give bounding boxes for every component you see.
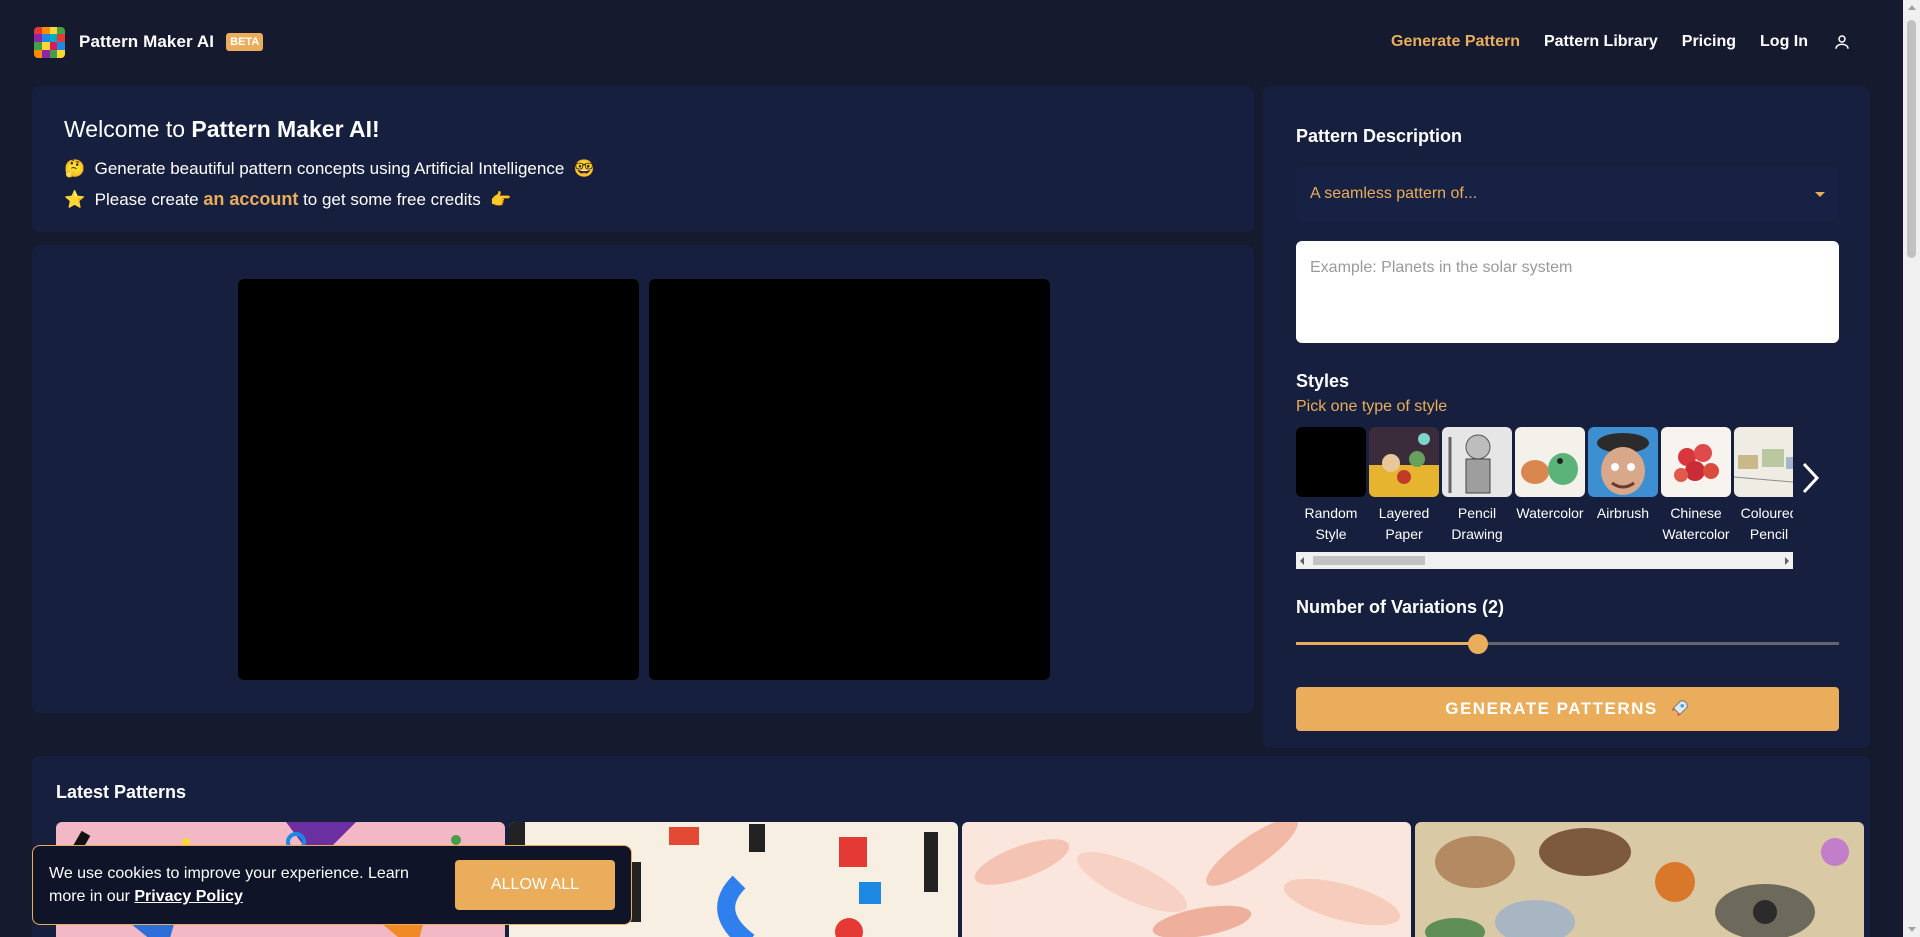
page-scrollbar[interactable] xyxy=(1903,0,1920,937)
thinking-emoji-icon: 🤔 xyxy=(64,159,86,178)
preview-panel xyxy=(32,245,1254,713)
pattern-preview-2[interactable] xyxy=(649,279,1050,680)
beta-badge: BETA xyxy=(226,33,264,51)
scroll-right-icon[interactable] xyxy=(1785,557,1789,565)
nav-pattern-library[interactable]: Pattern Library xyxy=(1544,33,1658,51)
generate-patterns-button[interactable]: GENERATE PATTERNS xyxy=(1296,687,1839,731)
scroll-up-icon[interactable] xyxy=(1908,5,1916,10)
pattern-card[interactable] xyxy=(1415,822,1864,937)
style-option-airbrush[interactable]: Airbrush xyxy=(1588,427,1658,545)
allow-all-cookies-button[interactable]: ALLOW ALL xyxy=(455,860,615,910)
random-style-thumbnail xyxy=(1296,427,1366,497)
styles-horizontal-scrollbar[interactable] xyxy=(1296,552,1793,569)
layered-paper-thumbnail xyxy=(1369,427,1439,497)
rocket-icon xyxy=(1670,700,1688,717)
select-value: A seamless pattern of... xyxy=(1310,185,1478,202)
nerd-emoji-icon: 🤓 xyxy=(573,159,595,178)
variations-slider[interactable] xyxy=(1296,634,1839,654)
coloured-pencil-thumbnail xyxy=(1734,427,1793,497)
welcome-title: Welcome to Pattern Maker AI! xyxy=(64,116,380,142)
welcome-panel: Welcome to Pattern Maker AI! 🤔 Generate … xyxy=(32,86,1254,232)
pattern-prefix-select[interactable]: A seamless pattern of... xyxy=(1296,167,1839,221)
airbrush-thumbnail xyxy=(1588,427,1658,497)
slider-fill xyxy=(1296,642,1478,645)
welcome-line-1: 🤔 Generate beautiful pattern concepts us… xyxy=(64,159,595,178)
chevron-right-icon[interactable] xyxy=(1801,461,1821,500)
latest-patterns-title: Latest Patterns xyxy=(56,782,187,802)
styles-carousel[interactable]: Random Style Layered Paper Pencil Drawin… xyxy=(1296,427,1793,569)
pattern-description-label: Pattern Description xyxy=(1296,126,1463,146)
scroll-left-icon[interactable] xyxy=(1300,557,1304,565)
privacy-policy-link[interactable]: Privacy Policy xyxy=(134,888,243,905)
style-option-layered-paper[interactable]: Layered Paper xyxy=(1369,427,1439,545)
chinese-watercolor-thumbnail xyxy=(1661,427,1731,497)
styles-label: Styles xyxy=(1296,371,1350,391)
pointing-hand-icon: 👉 xyxy=(490,190,512,209)
logo-icon xyxy=(34,26,65,58)
nav-log-in[interactable]: Log In xyxy=(1760,33,1808,51)
user-icon[interactable] xyxy=(1832,32,1852,52)
brand-name: Pattern Maker AI xyxy=(79,32,215,51)
style-option-random[interactable]: Random Style xyxy=(1296,427,1366,545)
caret-down-icon xyxy=(1815,191,1825,197)
generate-form-panel: Pattern Description A seamless pattern o… xyxy=(1263,86,1870,748)
cookie-banner: We use cookies to improve your experienc… xyxy=(32,845,632,925)
scroll-down-icon[interactable] xyxy=(1908,927,1916,932)
watercolor-thumbnail xyxy=(1515,427,1585,497)
style-option-coloured-pencil[interactable]: Coloured Pencil xyxy=(1734,427,1793,545)
scrollbar-thumb[interactable] xyxy=(1313,556,1425,565)
style-option-watercolor[interactable]: Watercolor xyxy=(1515,427,1585,545)
style-option-chinese-watercolor[interactable]: Chinese Watercolor xyxy=(1661,427,1731,545)
nav-pricing[interactable]: Pricing xyxy=(1682,33,1736,51)
welcome-line-2: ⭐ Please create an account to get some f… xyxy=(64,189,512,209)
main-nav: Generate Pattern Pattern Library Pricing… xyxy=(1391,32,1866,52)
star-icon: ⭐ xyxy=(64,190,86,209)
nav-generate-pattern[interactable]: Generate Pattern xyxy=(1391,33,1520,51)
pattern-card[interactable] xyxy=(962,822,1411,937)
page-scrollbar-thumb[interactable] xyxy=(1907,20,1916,258)
pattern-description-input[interactable]: Example: Planets in the solar system xyxy=(1296,241,1839,343)
pencil-drawing-thumbnail xyxy=(1442,427,1512,497)
pattern-preview-1[interactable] xyxy=(238,279,639,680)
style-option-pencil-drawing[interactable]: Pencil Drawing xyxy=(1442,427,1512,545)
brand[interactable]: Pattern Maker AI BETA xyxy=(34,26,264,58)
slider-handle[interactable] xyxy=(1467,634,1488,654)
cookie-text: We use cookies to improve your experienc… xyxy=(49,865,409,905)
top-navbar: Pattern Maker AI BETA Generate Pattern P… xyxy=(0,0,1900,84)
styles-subtitle: Pick one type of style xyxy=(1296,398,1448,415)
create-account-link[interactable]: an account xyxy=(203,189,298,209)
variations-label: Number of Variations (2) xyxy=(1296,597,1505,617)
